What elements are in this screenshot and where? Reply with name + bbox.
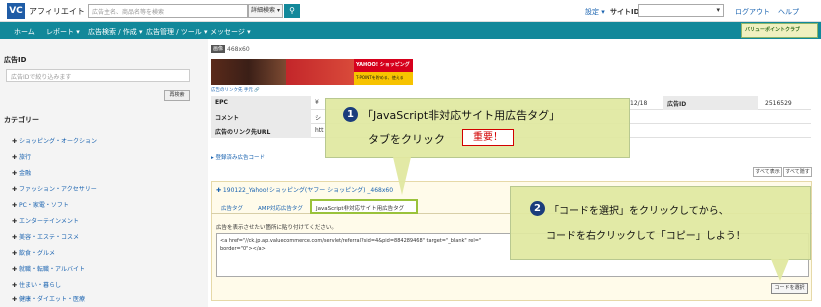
callout-2-line-1: 「コードを選択」をクリックしてから、 (549, 206, 729, 217)
help-link[interactable]: ヘルプ (778, 7, 799, 17)
advanced-search-dropdown[interactable]: 詳細検索 ▾ (248, 4, 283, 18)
logout-link[interactable]: ログアウト (735, 7, 770, 17)
plus-icon: ✚ (12, 234, 18, 241)
link-url-label: 広告のリンク先URL (211, 124, 311, 138)
category-item[interactable]: ✚ ファッション・アクセサリー (12, 184, 97, 193)
adid-label: 広告ID (663, 96, 758, 110)
epc-label: EPC (211, 96, 311, 110)
epc-value: ¥ (315, 99, 319, 106)
adid-heading: 広告ID (4, 56, 27, 64)
hide-all-button[interactable]: すべて隠す (783, 167, 812, 177)
plus-icon: ✚ (12, 266, 18, 273)
banner-bags-image (211, 59, 286, 85)
category-item[interactable]: ✚ 健康・ダイエット・医療 (12, 294, 85, 303)
step-1-number: 1 (343, 107, 358, 122)
select-code-button[interactable]: コードを選択 (771, 283, 808, 294)
paste-instruction: 広告を表示させたい箇所に貼り付けてください。 (216, 225, 337, 231)
callout-step-2-pointer (771, 259, 789, 281)
main-nav: ホーム レポート ▾ 広告検索 / 作成 ▾ 広告管理 / ツール ▾ メッセー… (0, 22, 821, 39)
category-item[interactable]: ✚ 美容・エステ・コスメ (12, 232, 79, 241)
category-item[interactable]: ✚ エンターテインメント (12, 216, 79, 225)
ad-size-label: 468x60 (227, 46, 250, 53)
category-item[interactable]: ✚ 飲食・グルメ (12, 248, 55, 257)
banner-sofa-image (286, 59, 354, 85)
callout-1-line-1: 「JavaScript非対応サイト用広告タグ」 (362, 109, 561, 122)
research-button[interactable]: 再検索 (164, 90, 190, 101)
adid-filter-input[interactable]: 広告IDで絞り込みます (6, 69, 190, 82)
important-badge: 重要！ (462, 129, 514, 146)
tab-amp-tag[interactable]: AMP対応広告タグ (253, 201, 308, 213)
banner-tpoint-text: T-POINTを貯める、使える (354, 72, 413, 85)
callout-step-1-pointer (393, 157, 411, 195)
plus-icon: ✚ (12, 138, 18, 145)
site-id-select[interactable] (638, 4, 724, 17)
plus-icon: ✚ (12, 218, 18, 225)
image-badge: 画像 (211, 45, 225, 53)
comment-value: シ (315, 115, 322, 122)
category-item[interactable]: ✚ 金融 (12, 168, 31, 177)
show-all-button[interactable]: すべて表示 (753, 167, 782, 177)
category-item[interactable]: ✚ ショッピング・オークション (12, 136, 97, 145)
vc-logo[interactable]: VC (7, 3, 25, 19)
plus-icon: ✚ (12, 282, 18, 289)
date-value: 12/18 (630, 100, 648, 107)
step-2-number: 2 (530, 201, 545, 216)
tab-ad-tag[interactable]: 広告タグ (216, 201, 248, 213)
category-item[interactable]: ✚ PC・家電・ソフト (12, 200, 69, 209)
category-item[interactable]: ✚ 就職・転職・アルバイト (12, 264, 85, 273)
nav-ad-search[interactable]: 広告検索 / 作成 ▾ (88, 27, 143, 37)
comment-label: コメント (211, 110, 311, 124)
ad-link-caption[interactable]: 広告のリンク先 手元 🔗 (211, 87, 260, 93)
category-heading: カテゴリー (4, 116, 39, 124)
banner-yahoo-logo: YAHOO! ショッピング (354, 59, 413, 72)
nav-report[interactable]: レポート ▾ (46, 27, 80, 37)
app-name: アフィリエイト (29, 7, 85, 16)
adid-value: 2516529 (765, 100, 792, 107)
callout-2-line-2: コードを右クリックして「コピー」しよう！ (546, 231, 746, 242)
category-item[interactable]: ✚ 旅行 (12, 152, 31, 161)
search-input[interactable]: 広告主名、商品名等を検索 (88, 4, 248, 18)
ad-code-panel-title[interactable]: ✚ 190122_Yahoo!ショッピング(ヤフー ショッピング) _468x6… (216, 185, 393, 194)
plus-icon: ✚ (12, 154, 18, 161)
saved-ad-code-link[interactable]: ▸ 登録済み広告コード (211, 153, 265, 161)
plus-icon: ✚ (12, 250, 18, 257)
nav-ad-management[interactable]: 広告管理 / ツール ▾ (146, 27, 208, 37)
nav-home[interactable]: ホーム (14, 27, 35, 37)
settings-menu[interactable]: 設定 ▾ (585, 7, 605, 17)
plus-icon: ✚ (12, 296, 18, 303)
plus-icon: ✚ (12, 202, 18, 209)
callout-1-line-2: タブをクリック (368, 133, 445, 146)
callout-step-2 (510, 186, 811, 260)
search-button[interactable]: ⚲ (284, 4, 300, 18)
search-icon: ⚲ (289, 6, 295, 15)
plus-icon: ✚ (12, 170, 18, 177)
plus-icon: ✚ (12, 186, 18, 193)
value-point-club-banner[interactable]: バリューポイントクラブ (741, 23, 818, 38)
category-item[interactable]: ✚ 住まい・暮らし (12, 280, 61, 289)
tab-js-unsupported-tag[interactable]: JavaScript非対応サイト用広告タグ (310, 199, 418, 214)
ad-banner-preview[interactable]: YAHOO! ショッピング T-POINTを貯める、使える (211, 59, 413, 85)
nav-message[interactable]: メッセージ ▾ (210, 27, 251, 37)
